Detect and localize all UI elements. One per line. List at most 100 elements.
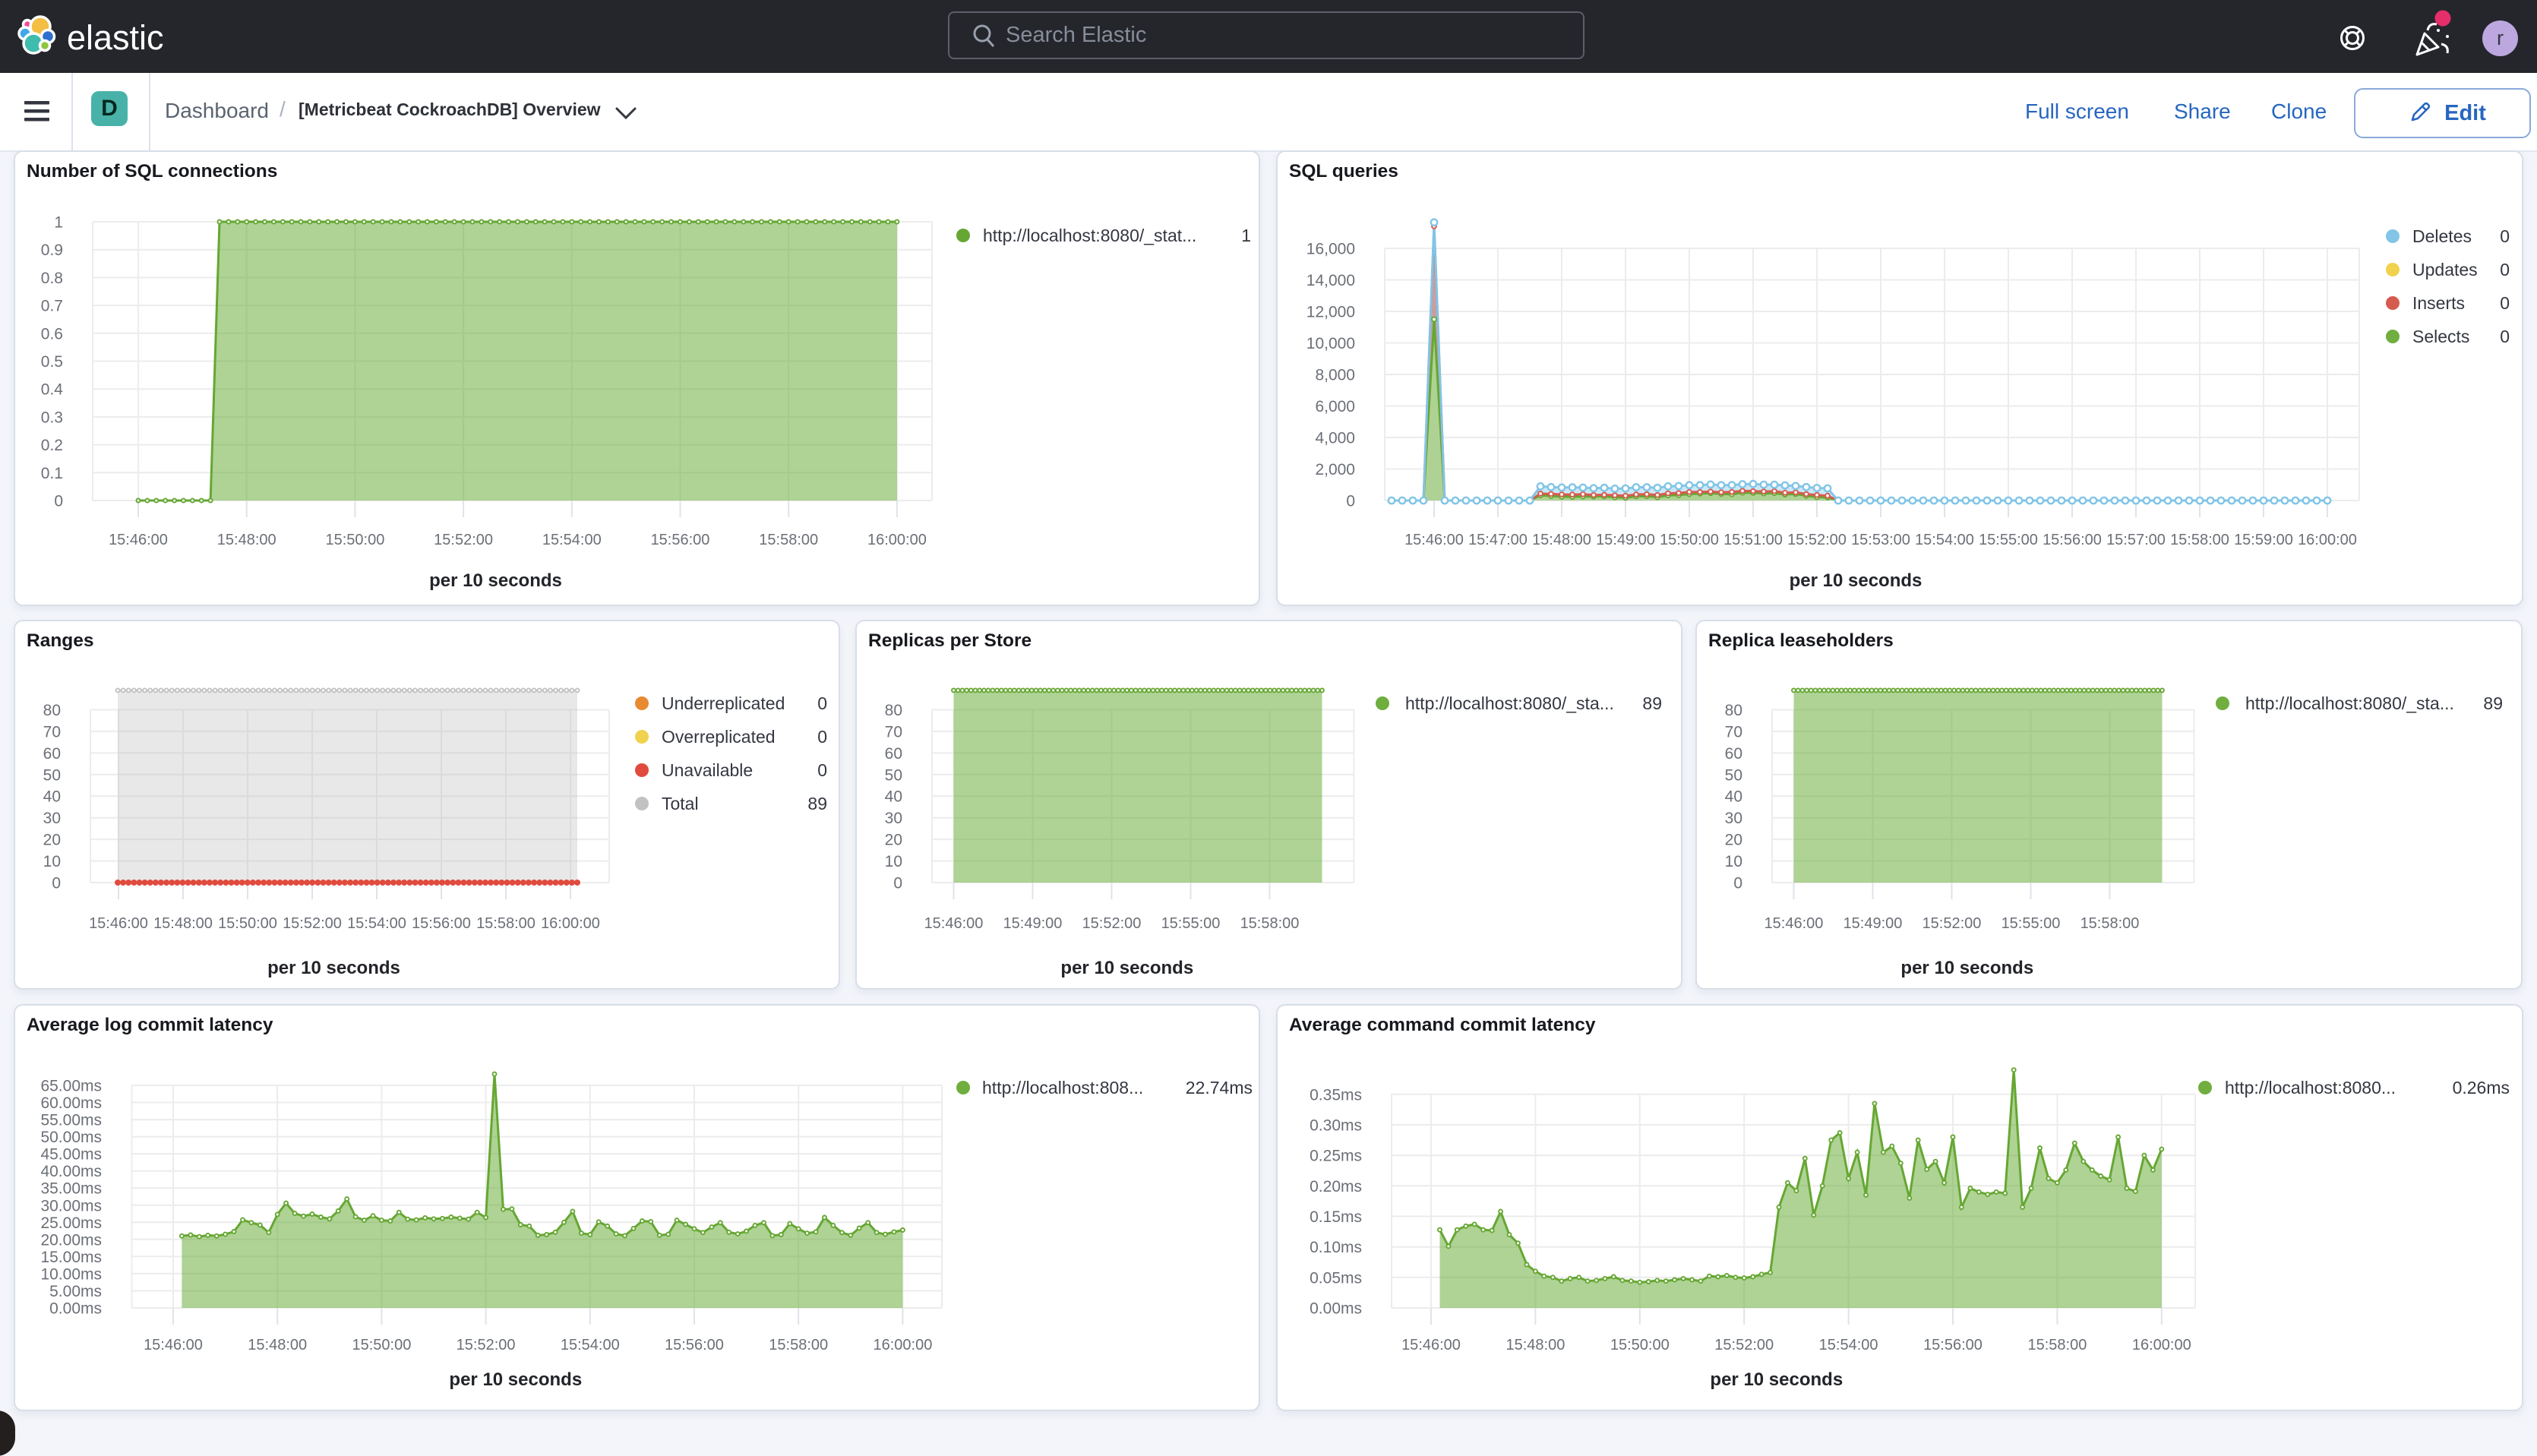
svg-text:65.00ms: 65.00ms [40, 1078, 102, 1095]
svg-text:15:46:00: 15:46:00 [924, 915, 984, 932]
svg-text:50: 50 [1725, 766, 1742, 784]
svg-text:70: 70 [1725, 723, 1742, 741]
svg-text:0.15ms: 0.15ms [1310, 1208, 1362, 1226]
svg-text:70: 70 [43, 723, 61, 741]
svg-text:30: 30 [885, 810, 902, 827]
svg-text:80: 80 [885, 702, 902, 719]
svg-text:16:00:00: 16:00:00 [541, 915, 600, 932]
svg-text:16:00:00: 16:00:00 [2298, 532, 2357, 548]
svg-text:http://localhost:8080/_stat...: http://localhost:8080/_stat... [983, 226, 1196, 245]
svg-text:15:58:00: 15:58:00 [759, 532, 818, 548]
svg-text:15:58:00: 15:58:00 [476, 915, 536, 932]
svg-text:89: 89 [807, 794, 827, 813]
svg-text:15:48:00: 15:48:00 [1532, 532, 1591, 548]
svg-text:0.26ms: 0.26ms [2453, 1078, 2510, 1098]
svg-text:0: 0 [1346, 493, 1355, 510]
svg-text:50.00ms: 50.00ms [40, 1129, 102, 1146]
svg-text:15:46:00: 15:46:00 [89, 915, 148, 932]
svg-text:25.00ms: 25.00ms [40, 1214, 102, 1232]
svg-text:15:52:00: 15:52:00 [283, 915, 342, 932]
svg-text:60: 60 [43, 745, 61, 763]
svg-text:55.00ms: 55.00ms [40, 1112, 102, 1129]
svg-text:0: 0 [817, 727, 827, 747]
svg-text:0.00ms: 0.00ms [49, 1300, 102, 1318]
svg-text:per 10 seconds: per 10 seconds [267, 958, 400, 978]
svg-text:15:56:00: 15:56:00 [1923, 1337, 1983, 1353]
svg-text:10.00ms: 10.00ms [40, 1265, 102, 1283]
svg-text:15:50:00: 15:50:00 [352, 1337, 411, 1353]
svg-text:SQL queries: SQL queries [1289, 161, 1398, 182]
svg-text:15:58:00: 15:58:00 [769, 1337, 828, 1353]
svg-text:80: 80 [43, 702, 61, 719]
svg-text:0.05ms: 0.05ms [1310, 1269, 1362, 1287]
svg-text:0.35ms: 0.35ms [1310, 1086, 1362, 1104]
svg-text:15:47:00: 15:47:00 [1468, 532, 1528, 548]
svg-text:15:48:00: 15:48:00 [248, 1337, 307, 1353]
svg-text:0.10ms: 0.10ms [1310, 1239, 1362, 1256]
svg-text:16:00:00: 16:00:00 [873, 1337, 932, 1353]
svg-text:0.9: 0.9 [41, 242, 63, 259]
svg-text:15:52:00: 15:52:00 [457, 1337, 516, 1353]
svg-text:15:53:00: 15:53:00 [1851, 532, 1910, 548]
svg-text:0.2: 0.2 [41, 437, 63, 454]
svg-text:15:50:00: 15:50:00 [1660, 532, 1719, 548]
svg-text:http://localhost:8080/_sta...: http://localhost:8080/_sta... [2245, 693, 2454, 713]
svg-text:Updates: Updates [2412, 260, 2478, 280]
svg-text:60: 60 [1725, 745, 1742, 763]
svg-text:Ranges: Ranges [27, 630, 94, 651]
svg-text:15:52:00: 15:52:00 [1714, 1337, 1774, 1353]
svg-text:15:54:00: 15:54:00 [1819, 1337, 1878, 1353]
svg-text:40: 40 [885, 788, 902, 806]
svg-text:20: 20 [43, 832, 61, 849]
svg-text:15:59:00: 15:59:00 [2234, 532, 2293, 548]
svg-text:16:00:00: 16:00:00 [2132, 1337, 2191, 1353]
svg-text:15:48:00: 15:48:00 [217, 532, 276, 548]
svg-text:per 10 seconds: per 10 seconds [1060, 958, 1193, 978]
svg-text:8,000: 8,000 [1315, 367, 1355, 384]
svg-text:15:56:00: 15:56:00 [665, 1337, 724, 1353]
svg-text:0: 0 [817, 693, 827, 713]
svg-text:0.30ms: 0.30ms [1310, 1117, 1362, 1135]
svg-text:0.1: 0.1 [41, 465, 63, 482]
svg-text:15:49:00: 15:49:00 [1596, 532, 1655, 548]
svg-text:15:55:00: 15:55:00 [1979, 532, 2038, 548]
svg-text:0: 0 [817, 760, 827, 780]
svg-text:15:54:00: 15:54:00 [542, 532, 602, 548]
svg-text:15:52:00: 15:52:00 [434, 532, 493, 548]
svg-text:15:46:00: 15:46:00 [1404, 532, 1464, 548]
svg-text:Selects: Selects [2412, 327, 2469, 346]
svg-text:10: 10 [43, 853, 61, 870]
svg-text:89: 89 [1642, 693, 1662, 713]
svg-text:15:46:00: 15:46:00 [109, 532, 168, 548]
svg-text:15:48:00: 15:48:00 [1505, 1337, 1565, 1353]
svg-text:per 10 seconds: per 10 seconds [429, 570, 562, 591]
svg-text:15:52:00: 15:52:00 [1787, 532, 1847, 548]
svg-text:45.00ms: 45.00ms [40, 1146, 102, 1164]
svg-text:15:46:00: 15:46:00 [144, 1337, 203, 1353]
svg-text:15:55:00: 15:55:00 [2001, 915, 2061, 932]
svg-text:15:48:00: 15:48:00 [153, 915, 213, 932]
svg-text:0: 0 [893, 875, 902, 892]
svg-text:10: 10 [885, 853, 902, 870]
svg-text:15:54:00: 15:54:00 [561, 1337, 620, 1353]
svg-text:1: 1 [54, 214, 63, 232]
svg-text:Replica leaseholders: Replica leaseholders [1708, 630, 1894, 651]
svg-text:0.4: 0.4 [41, 381, 64, 399]
svg-text:20: 20 [885, 832, 902, 849]
svg-text:30: 30 [1725, 810, 1742, 827]
svg-text:15:54:00: 15:54:00 [347, 915, 406, 932]
svg-text:2,000: 2,000 [1315, 461, 1355, 478]
svg-text:10,000: 10,000 [1306, 335, 1355, 352]
svg-text:30: 30 [43, 810, 61, 827]
svg-text:10: 10 [1725, 853, 1742, 870]
svg-text:15:56:00: 15:56:00 [412, 915, 471, 932]
svg-text:0: 0 [2500, 260, 2510, 280]
svg-text:Deletes: Deletes [2412, 226, 2472, 246]
svg-text:22.74ms: 22.74ms [1186, 1078, 1253, 1098]
svg-text:15:54:00: 15:54:00 [1915, 532, 1974, 548]
svg-text:0.3: 0.3 [41, 409, 63, 426]
svg-text:Underreplicated: Underreplicated [662, 693, 785, 713]
svg-text:Inserts: Inserts [2412, 293, 2465, 313]
svg-text:6,000: 6,000 [1315, 398, 1355, 415]
svg-text:60.00ms: 60.00ms [40, 1094, 102, 1112]
